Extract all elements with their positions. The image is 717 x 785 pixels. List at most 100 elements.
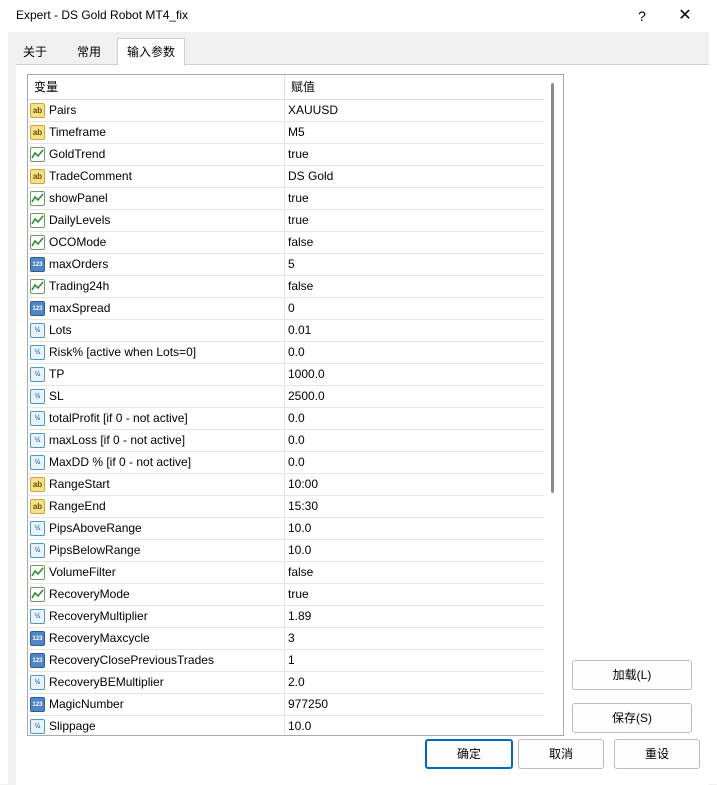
table-row[interactable]: DailyLevels true — [28, 210, 544, 232]
variable-name: maxLoss [if 0 - not active] — [49, 433, 186, 447]
table-row[interactable]: ab TradeComment DS Gold — [28, 166, 544, 188]
table-row[interactable]: ½ SL 2500.0 — [28, 386, 544, 408]
variable-cell: ½ Risk% [active when Lots=0] — [28, 342, 285, 363]
double-type-icon: ½ — [30, 367, 45, 382]
value-cell[interactable]: 10.0 — [288, 518, 311, 539]
tab-inputs[interactable]: 输入参数 — [117, 38, 185, 66]
variable-cell: ½ TP — [28, 364, 285, 385]
table-row[interactable]: ½ Lots 0.01 — [28, 320, 544, 342]
value-cell[interactable]: 2.0 — [288, 672, 305, 693]
value-cell[interactable]: true — [288, 144, 309, 165]
string-type-icon: ab — [30, 103, 45, 118]
table-row[interactable]: ab Timeframe M5 — [28, 122, 544, 144]
variable-name: MaxDD % [if 0 - not active] — [49, 455, 192, 469]
variable-name: VolumeFilter — [49, 565, 116, 579]
value-cell[interactable]: 15:30 — [288, 496, 318, 517]
variable-name: PipsBelowRange — [49, 543, 141, 557]
table-row[interactable]: showPanel true — [28, 188, 544, 210]
table-row[interactable]: ½ PipsAboveRange 10.0 — [28, 518, 544, 540]
tab-common[interactable]: 常用 — [68, 40, 110, 64]
ok-button[interactable]: 确定 — [425, 739, 513, 769]
table-row[interactable]: RecoveryMode true — [28, 584, 544, 606]
value-cell[interactable]: false — [288, 562, 313, 583]
integer-type-icon: 123 — [30, 697, 45, 712]
variable-name: OCOMode — [49, 235, 107, 249]
bool-type-icon — [30, 565, 45, 580]
value-cell[interactable]: 0.0 — [288, 452, 305, 473]
scrollbar-thumb[interactable] — [551, 83, 554, 493]
bool-type-icon — [30, 191, 45, 206]
value-cell[interactable]: 0.0 — [288, 408, 305, 429]
string-type-icon: ab — [30, 125, 45, 140]
table-row[interactable]: Trading24h false — [28, 276, 544, 298]
value-cell[interactable]: 3 — [288, 628, 295, 649]
table-row[interactable]: 123 maxOrders 5 — [28, 254, 544, 276]
table-row[interactable]: ½ PipsBelowRange 10.0 — [28, 540, 544, 562]
table-row[interactable]: OCOMode false — [28, 232, 544, 254]
value-cell[interactable]: 1000.0 — [288, 364, 325, 385]
double-type-icon: ½ — [30, 433, 45, 448]
value-cell[interactable]: 5 — [288, 254, 295, 275]
variable-name: RecoveryMultiplier — [49, 609, 148, 623]
value-cell[interactable]: 977250 — [288, 694, 328, 715]
table-row[interactable]: GoldTrend true — [28, 144, 544, 166]
table-row[interactable]: 123 maxSpread 0 — [28, 298, 544, 320]
table-row[interactable]: ½ maxLoss [if 0 - not active] 0.0 — [28, 430, 544, 452]
table-row[interactable]: ab RangeEnd 15:30 — [28, 496, 544, 518]
variable-name: Timeframe — [49, 125, 106, 139]
table-row[interactable]: ab RangeStart 10:00 — [28, 474, 544, 496]
value-cell[interactable]: M5 — [288, 122, 305, 143]
tab-about[interactable]: 关于 — [16, 40, 54, 64]
value-cell[interactable]: 1 — [288, 650, 295, 671]
close-button[interactable]: ✕ — [671, 4, 699, 28]
cancel-button[interactable]: 取消 — [518, 739, 604, 769]
variable-cell: ½ RecoveryMultiplier — [28, 606, 285, 627]
column-header-value[interactable]: 赋值 — [285, 75, 541, 99]
variable-name: GoldTrend — [49, 147, 106, 161]
value-cell[interactable]: 0 — [288, 298, 295, 319]
variable-name: SL — [49, 389, 64, 403]
table-row[interactable]: ½ MaxDD % [if 0 - not active] 0.0 — [28, 452, 544, 474]
variable-cell: VolumeFilter — [28, 562, 285, 583]
reset-button[interactable]: 重设 — [614, 739, 700, 769]
table-row[interactable]: ½ TP 1000.0 — [28, 364, 544, 386]
value-cell[interactable]: 0.0 — [288, 342, 305, 363]
value-cell[interactable]: false — [288, 276, 313, 297]
table-row[interactable]: ½ Risk% [active when Lots=0] 0.0 — [28, 342, 544, 364]
value-cell[interactable]: true — [288, 188, 309, 209]
table-row[interactable]: ab Pairs XAUUSD — [28, 100, 544, 122]
double-type-icon: ½ — [30, 719, 45, 734]
help-button[interactable]: ? — [628, 4, 656, 28]
value-cell[interactable]: 10.0 — [288, 716, 311, 735]
load-button[interactable]: 加载(L) — [572, 660, 692, 690]
table-row[interactable]: 123 RecoveryMaxcycle 3 — [28, 628, 544, 650]
value-cell[interactable]: XAUUSD — [288, 100, 338, 121]
variable-name: DailyLevels — [49, 213, 111, 227]
double-type-icon: ½ — [30, 521, 45, 536]
variable-cell: 123 RecoveryMaxcycle — [28, 628, 285, 649]
value-cell[interactable]: false — [288, 232, 313, 253]
table-row[interactable]: 123 MagicNumber 977250 — [28, 694, 544, 716]
value-cell[interactable]: 0.01 — [288, 320, 311, 341]
table-row[interactable]: ½ totalProfit [if 0 - not active] 0.0 — [28, 408, 544, 430]
variable-cell: 123 MagicNumber — [28, 694, 285, 715]
table-row[interactable]: ½ RecoveryBEMultiplier 2.0 — [28, 672, 544, 694]
vertical-scrollbar[interactable] — [544, 75, 562, 735]
table-row[interactable]: ½ RecoveryMultiplier 1.89 — [28, 606, 544, 628]
value-cell[interactable]: true — [288, 210, 309, 231]
table-row[interactable]: VolumeFilter false — [28, 562, 544, 584]
value-cell[interactable]: DS Gold — [288, 166, 333, 187]
save-button[interactable]: 保存(S) — [572, 703, 692, 733]
value-cell[interactable]: 10:00 — [288, 474, 318, 495]
table-row[interactable]: 123 RecoveryClosePreviousTrades 1 — [28, 650, 544, 672]
table-row[interactable]: ½ Slippage 10.0 — [28, 716, 544, 735]
string-type-icon: ab — [30, 169, 45, 184]
value-cell[interactable]: 2500.0 — [288, 386, 325, 407]
column-header-variable[interactable]: 变量 — [28, 75, 285, 99]
variable-cell: Trading24h — [28, 276, 285, 297]
value-cell[interactable]: true — [288, 584, 309, 605]
value-cell[interactable]: 10.0 — [288, 540, 311, 561]
value-cell[interactable]: 1.89 — [288, 606, 311, 627]
variable-name: RecoveryMaxcycle — [49, 631, 150, 645]
value-cell[interactable]: 0.0 — [288, 430, 305, 451]
